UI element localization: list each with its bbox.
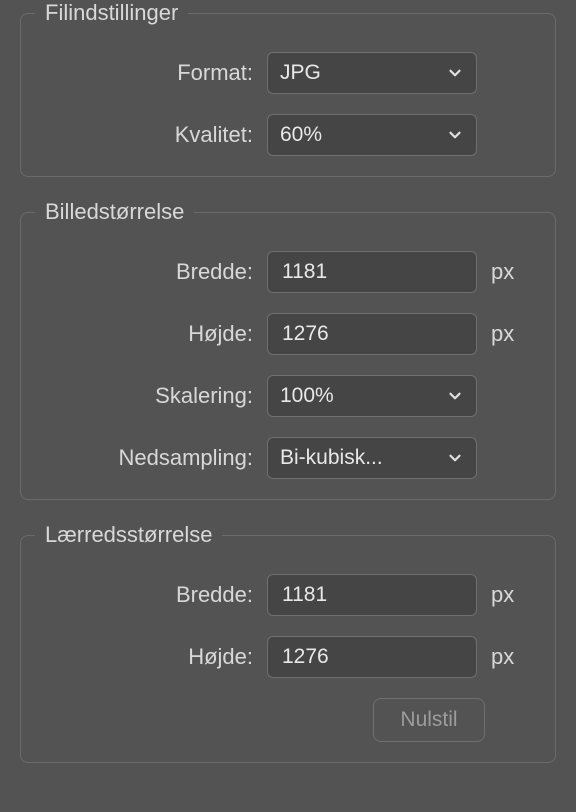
export-settings-panel: Filindstillinger Format: JPG Kvalitet: 6… [0, 0, 576, 805]
image-size-legend: Billedstørrelse [35, 199, 194, 225]
canvas-width-input[interactable] [267, 574, 477, 616]
resample-label: Nedsampling: [35, 445, 267, 471]
image-height-input[interactable] [267, 313, 477, 355]
image-width-input[interactable] [267, 251, 477, 293]
scale-value: 100% [280, 384, 334, 408]
canvas-width-field[interactable] [280, 582, 464, 608]
image-width-unit: px [477, 259, 514, 285]
image-width-label: Bredde: [35, 259, 267, 285]
reset-button[interactable]: Nulstil [373, 698, 485, 742]
resample-row: Nedsampling: Bi-kubisk... [35, 437, 541, 479]
quality-label: Kvalitet: [35, 122, 267, 148]
quality-value: 60% [280, 123, 322, 147]
quality-select[interactable]: 60% [267, 114, 477, 156]
format-select[interactable]: JPG [267, 52, 477, 94]
image-height-unit: px [477, 321, 514, 347]
canvas-reset-row: Nulstil [35, 698, 541, 742]
canvas-width-row: Bredde: px [35, 574, 541, 616]
image-width-field[interactable] [280, 259, 464, 285]
canvas-height-input[interactable] [267, 636, 477, 678]
format-label: Format: [35, 60, 267, 86]
quality-row: Kvalitet: 60% [35, 114, 541, 156]
canvas-height-field[interactable] [280, 644, 464, 670]
scale-row: Skalering: 100% [35, 375, 541, 417]
chevron-down-icon [446, 126, 464, 144]
canvas-size-legend: Lærredsstørrelse [35, 522, 222, 548]
chevron-down-icon [446, 387, 464, 405]
image-height-label: Højde: [35, 321, 267, 347]
canvas-height-unit: px [477, 644, 514, 670]
canvas-size-group: Lærredsstørrelse Bredde: px Højde: px Nu… [20, 522, 556, 763]
format-value: JPG [280, 61, 321, 85]
image-width-row: Bredde: px [35, 251, 541, 293]
resample-select[interactable]: Bi-kubisk... [267, 437, 477, 479]
chevron-down-icon [446, 449, 464, 467]
canvas-width-label: Bredde: [35, 582, 267, 608]
format-row: Format: JPG [35, 52, 541, 94]
image-size-group: Billedstørrelse Bredde: px Højde: px Ska… [20, 199, 556, 500]
file-settings-legend: Filindstillinger [35, 0, 188, 26]
chevron-down-icon [446, 64, 464, 82]
file-settings-group: Filindstillinger Format: JPG Kvalitet: 6… [20, 0, 556, 177]
image-height-field[interactable] [280, 321, 464, 347]
canvas-width-unit: px [477, 582, 514, 608]
scale-select[interactable]: 100% [267, 375, 477, 417]
canvas-height-label: Højde: [35, 644, 267, 670]
scale-label: Skalering: [35, 383, 267, 409]
canvas-height-row: Højde: px [35, 636, 541, 678]
image-height-row: Højde: px [35, 313, 541, 355]
resample-value: Bi-kubisk... [280, 446, 383, 470]
